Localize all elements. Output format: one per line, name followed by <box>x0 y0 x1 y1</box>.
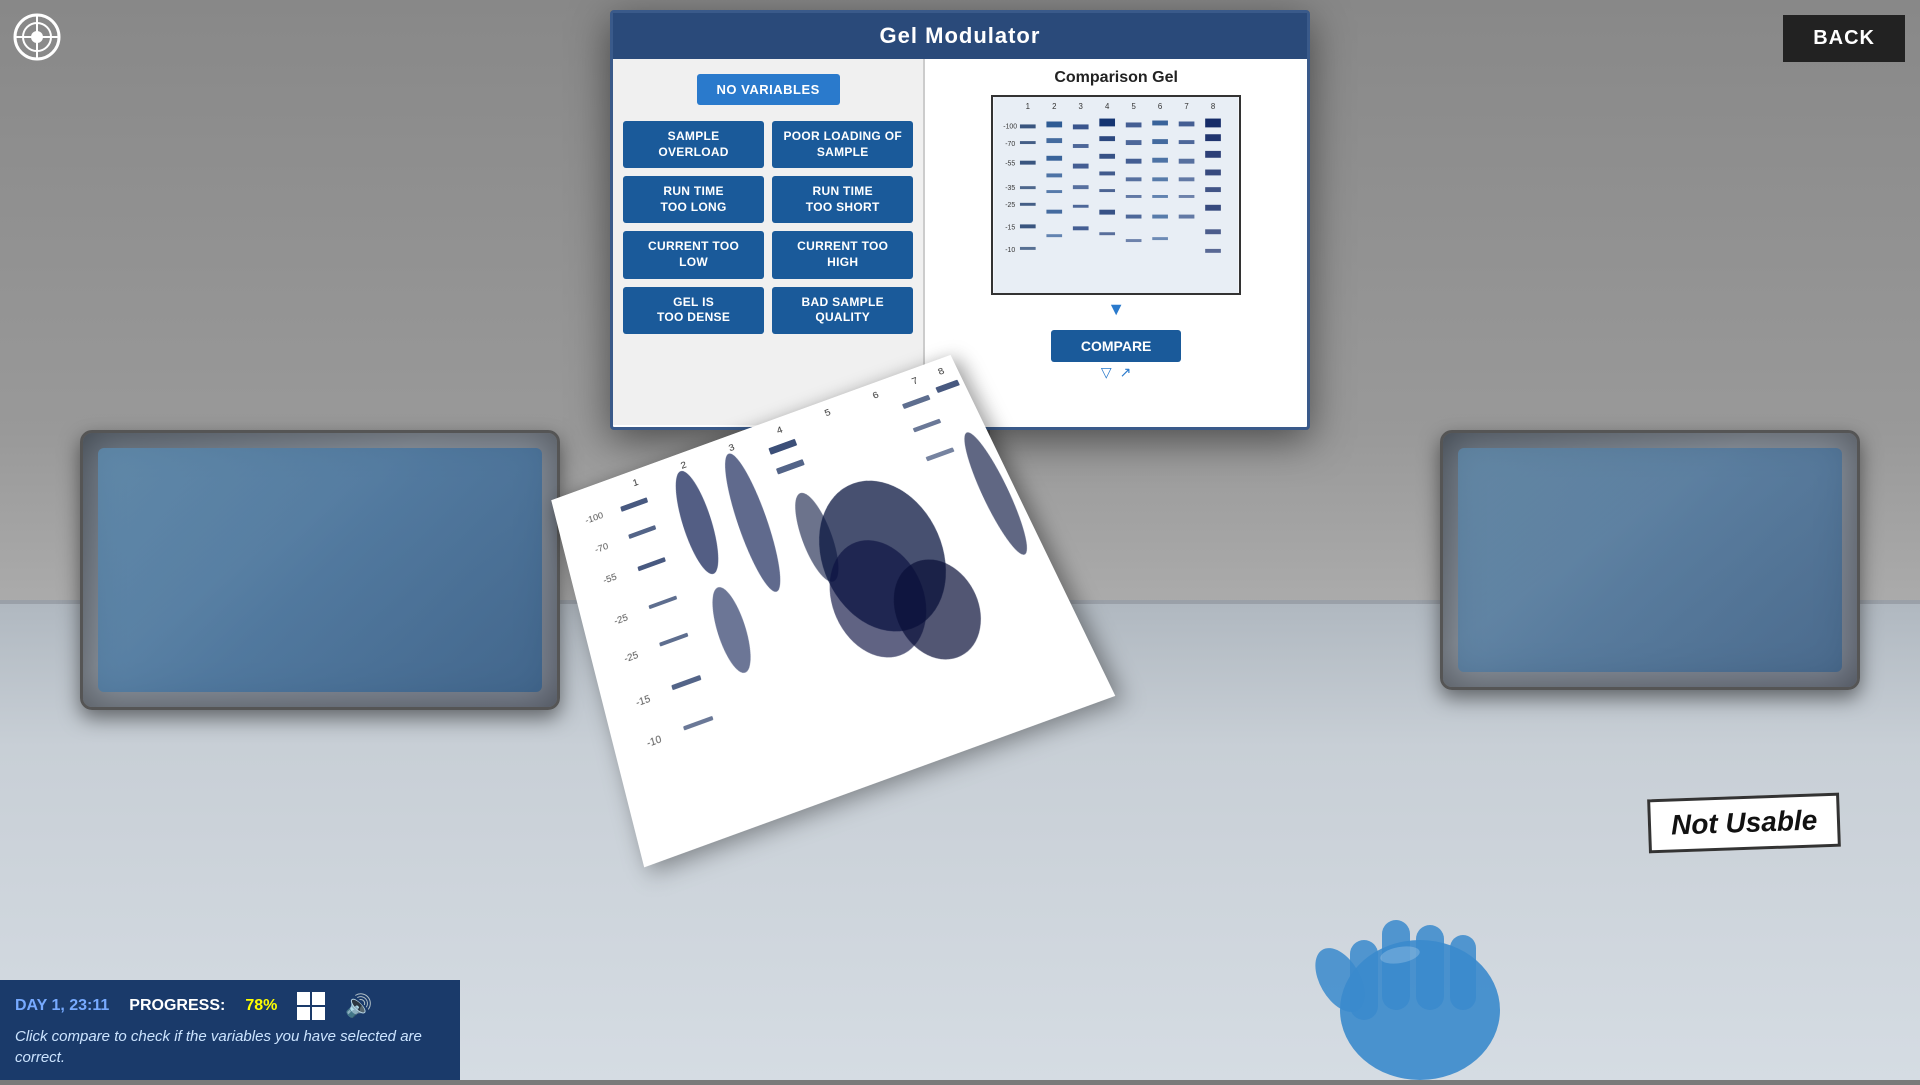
right-tray <box>1440 430 1860 690</box>
svg-text:8: 8 <box>1211 102 1216 111</box>
sound-icon[interactable]: 🔊 <box>345 993 372 1019</box>
gel-image: 1 2 3 4 5 6 7 8 -100 -70 -55 -35 -25 -15… <box>991 95 1241 295</box>
svg-text:4: 4 <box>1105 102 1110 111</box>
gloved-hand <box>1270 780 1570 1080</box>
svg-text:-55: -55 <box>1005 161 1015 168</box>
comparison-title: Comparison Gel <box>1054 69 1178 87</box>
compare-icons: ▽ ↗ <box>1101 364 1132 381</box>
progress-value: 78% <box>245 997 277 1015</box>
poor-loading-button[interactable]: POOR LOADING OFSAMPLE <box>772 121 913 168</box>
compare-button[interactable]: COMPARE <box>1051 330 1182 362</box>
svg-text:-25: -25 <box>1005 202 1015 209</box>
bad-sample-button[interactable]: BAD SAMPLEQUALITY <box>772 287 913 334</box>
svg-text:-70: -70 <box>1005 141 1015 148</box>
compare-icon-left: ▽ <box>1101 364 1112 381</box>
svg-text:5: 5 <box>1132 102 1137 111</box>
app-title: Gel Modulator <box>880 23 1041 48</box>
svg-text:6: 6 <box>1158 102 1163 111</box>
status-top-row: DAY 1, 23:11 PROGRESS: 78% 🔊 <box>15 992 445 1020</box>
monitor: Gel Modulator NO VARIABLES SAMPLEOVERLOA… <box>610 10 1310 430</box>
svg-text:-100: -100 <box>1003 123 1017 130</box>
back-button[interactable]: BACK <box>1783 15 1905 62</box>
no-variables-button[interactable]: NO VARIABLES <box>697 74 840 105</box>
svg-text:7: 7 <box>1185 102 1189 111</box>
variable-buttons-grid: SAMPLEOVERLOAD POOR LOADING OFSAMPLE RUN… <box>623 121 913 334</box>
left-tray <box>80 430 560 710</box>
svg-text:2: 2 <box>1052 102 1056 111</box>
not-usable-label: Not Usable <box>1647 793 1841 854</box>
svg-text:-35: -35 <box>1005 185 1015 192</box>
current-high-button[interactable]: CURRENT TOOHIGH <box>772 231 913 278</box>
variables-panel: NO VARIABLES SAMPLEOVERLOAD POOR LOADING… <box>613 59 925 425</box>
svg-text:1: 1 <box>1026 102 1030 111</box>
status-bar: DAY 1, 23:11 PROGRESS: 78% 🔊 Click compa… <box>0 980 460 1080</box>
svg-text:3: 3 <box>1079 102 1084 111</box>
current-low-button[interactable]: CURRENT TOOLOW <box>623 231 764 278</box>
monitor-body: NO VARIABLES SAMPLEOVERLOAD POOR LOADING… <box>613 59 1307 425</box>
compare-arrow: ▼ <box>1107 299 1125 320</box>
svg-text:-10: -10 <box>1005 247 1015 254</box>
eye-icon[interactable] <box>12 12 62 62</box>
runtime-short-button[interactable]: RUN TIMETOO SHORT <box>772 176 913 223</box>
day-time: DAY 1, 23:11 <box>15 997 109 1015</box>
gel-dense-button[interactable]: GEL ISTOO DENSE <box>623 287 764 334</box>
monitor-header: Gel Modulator <box>613 13 1307 59</box>
runtime-long-button[interactable]: RUN TIMETOO LONG <box>623 176 764 223</box>
compare-label: COMPARE <box>1081 338 1152 354</box>
grid-icon[interactable] <box>297 992 325 1020</box>
svg-text:-15: -15 <box>1005 224 1015 231</box>
compare-icon-right: ↗ <box>1120 364 1132 381</box>
progress-label: PROGRESS: <box>129 997 225 1015</box>
status-message: Click compare to check if the variables … <box>15 1026 445 1068</box>
sample-overload-button[interactable]: SAMPLEOVERLOAD <box>623 121 764 168</box>
gel-panel: Comparison Gel 1 2 3 4 5 6 7 8 -100 -70 <box>925 59 1307 425</box>
